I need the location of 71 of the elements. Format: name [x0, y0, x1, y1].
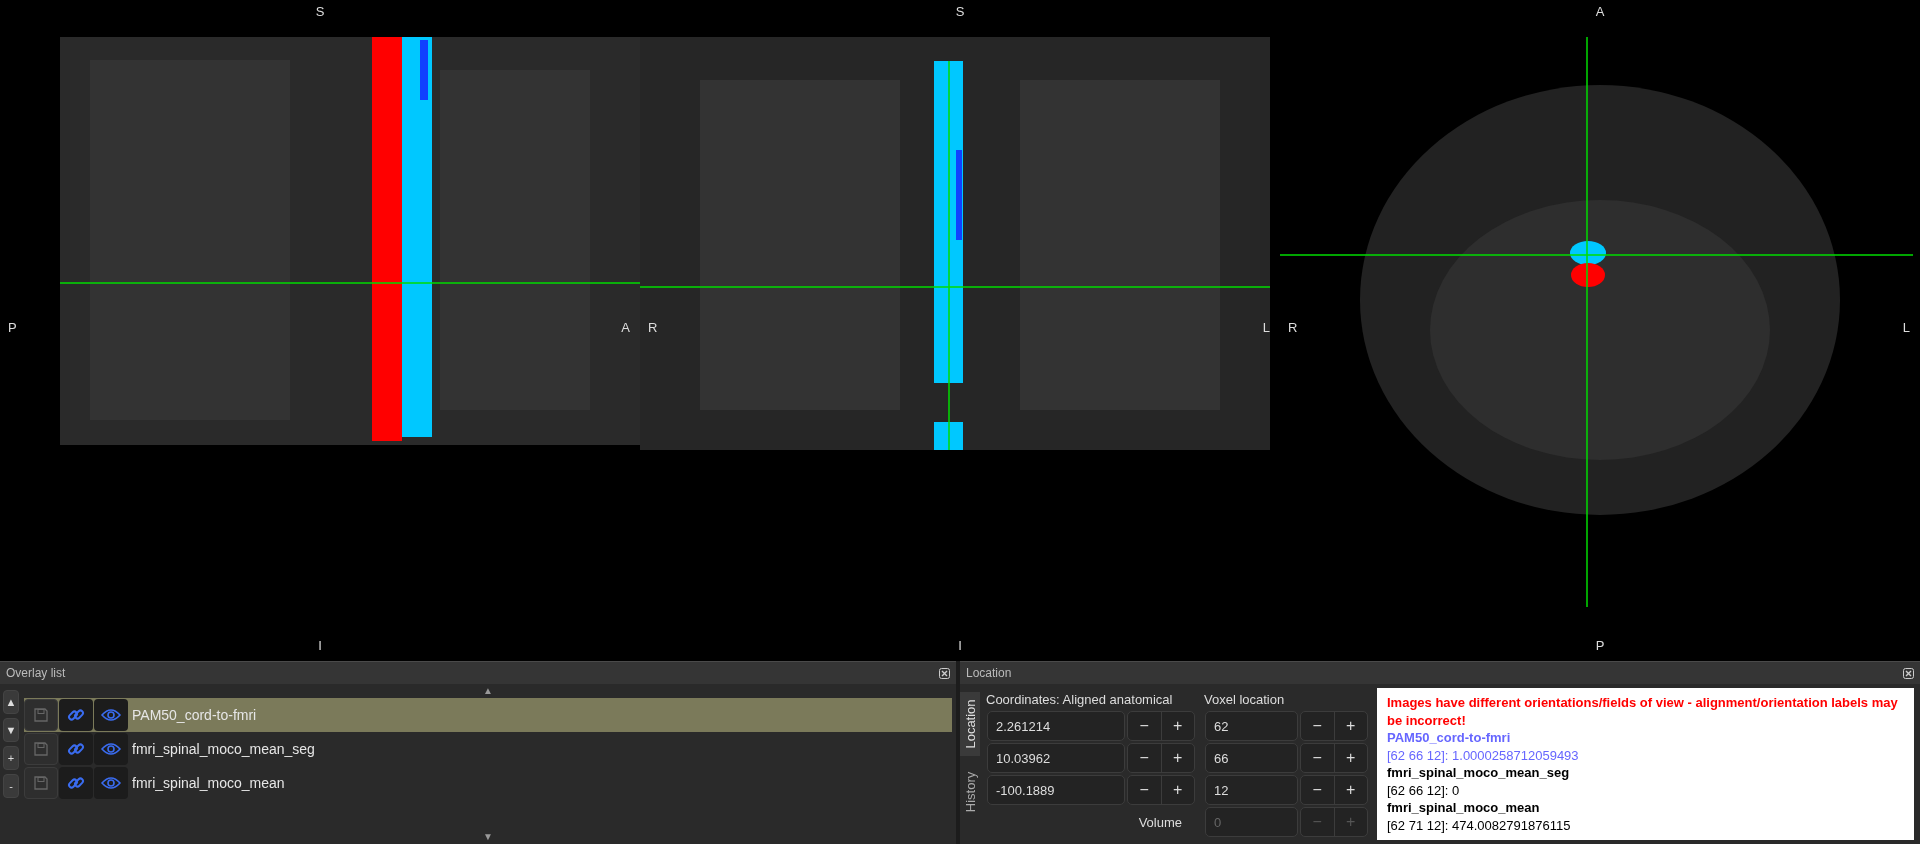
decrement-button[interactable]: − — [1128, 776, 1161, 804]
orientation-label: R — [1288, 320, 1298, 335]
coordinate-field[interactable]: -100.1889 — [987, 775, 1125, 805]
overlay-row[interactable]: PAM50_cord-to-fmri — [24, 698, 952, 732]
voxel-value: [62 71 12]: 474.0082791876115 — [1387, 816, 1572, 834]
orientation-label: A — [621, 320, 630, 335]
increment-button[interactable]: + — [1160, 744, 1194, 772]
orientation-label: I — [958, 638, 962, 653]
eye-icon — [101, 708, 121, 722]
panel-title: Overlay list — [6, 666, 66, 680]
overlay-name: fmri_spinal_moco_mean_seg — [1387, 764, 1571, 782]
scroll-down-arrow[interactable]: ▼ — [483, 830, 493, 844]
overlay-row[interactable]: fmri_spinal_moco_mean_seg — [24, 732, 952, 766]
voxel-field[interactable]: 12 — [1205, 775, 1298, 805]
increment-button[interactable]: + — [1333, 776, 1367, 804]
remove-button[interactable]: - — [3, 774, 19, 798]
increment-button[interactable]: + — [1333, 744, 1367, 772]
decrement-button[interactable]: − — [1128, 712, 1161, 740]
move-up-button[interactable]: ▲ — [3, 690, 19, 714]
decrement-button[interactable]: − — [1301, 712, 1334, 740]
decrement-button[interactable]: − — [1301, 744, 1334, 772]
orientation-label: S — [955, 4, 965, 19]
vertical-tab[interactable]: Location — [960, 692, 980, 756]
overlay-name: PAM50_cord-to-fmri — [132, 707, 257, 723]
link-button[interactable] — [59, 699, 93, 731]
coordinates-label: Coordinates: Aligned anatomical — [986, 691, 1174, 707]
increment-button[interactable]: + — [1160, 776, 1194, 804]
orientation-label: I — [318, 638, 322, 653]
voxel-value: [62 66 12]: 0 — [1387, 781, 1461, 799]
link-button[interactable] — [59, 733, 93, 765]
segmentation-overlay — [1570, 241, 1606, 287]
voxel-field[interactable]: 66 — [1205, 743, 1298, 773]
volume-label: Volume — [1138, 814, 1182, 830]
warning-text: Images have different orientations/fields of view - alignment/orientation labels may be incorrect! — [1387, 694, 1899, 729]
increment-button[interactable]: + — [1160, 712, 1194, 740]
add-button[interactable]: + — [3, 746, 19, 770]
visibility-button[interactable] — [94, 733, 128, 765]
close-icon[interactable] — [1903, 667, 1914, 679]
panel-title: Location — [966, 666, 1012, 680]
link-button[interactable] — [59, 767, 93, 799]
voxel-label: Voxel location — [1204, 691, 1286, 707]
coordinate-field[interactable]: 10.03962 — [987, 743, 1125, 773]
orientation-label: R — [648, 320, 658, 335]
decrement-button[interactable]: − — [1301, 776, 1334, 804]
orientation-label: A — [1595, 4, 1605, 19]
move-down-button[interactable]: ▼ — [3, 718, 19, 742]
orientation-label: S — [315, 4, 325, 19]
chain-link-icon — [67, 774, 85, 792]
scroll-up-arrow[interactable]: ▲ — [483, 684, 493, 698]
orientation-label: P — [1595, 638, 1605, 653]
decrement-button[interactable]: − — [1128, 744, 1161, 772]
increment-button[interactable]: + — [1333, 712, 1367, 740]
chain-link-icon — [67, 740, 85, 758]
visibility-button[interactable] — [94, 699, 128, 731]
eye-icon — [101, 742, 121, 756]
coordinate-field[interactable]: 2.261214 — [987, 711, 1125, 741]
visibility-button[interactable] — [94, 767, 128, 799]
voxel-field[interactable]: 62 — [1205, 711, 1298, 741]
save-button[interactable] — [24, 699, 58, 731]
overlay-name: fmri_spinal_moco_mean_seg — [132, 741, 315, 757]
orientation-label: L — [1262, 320, 1270, 335]
overlay-row[interactable]: fmri_spinal_moco_mean — [24, 766, 952, 800]
overlay-name: PAM50_cord-to-fmri — [1387, 729, 1512, 747]
overlay-name: fmri_spinal_moco_mean — [1387, 799, 1541, 817]
voxel-value: [62 66 12]: 1.0000258712059493 — [1387, 746, 1580, 764]
close-icon[interactable] — [939, 667, 950, 679]
chain-link-icon — [67, 706, 85, 724]
eye-icon — [101, 776, 121, 790]
overlay-name: fmri_spinal_moco_mean — [132, 775, 285, 791]
orientation-label: P — [8, 320, 17, 335]
orientation-label: L — [1902, 320, 1910, 335]
